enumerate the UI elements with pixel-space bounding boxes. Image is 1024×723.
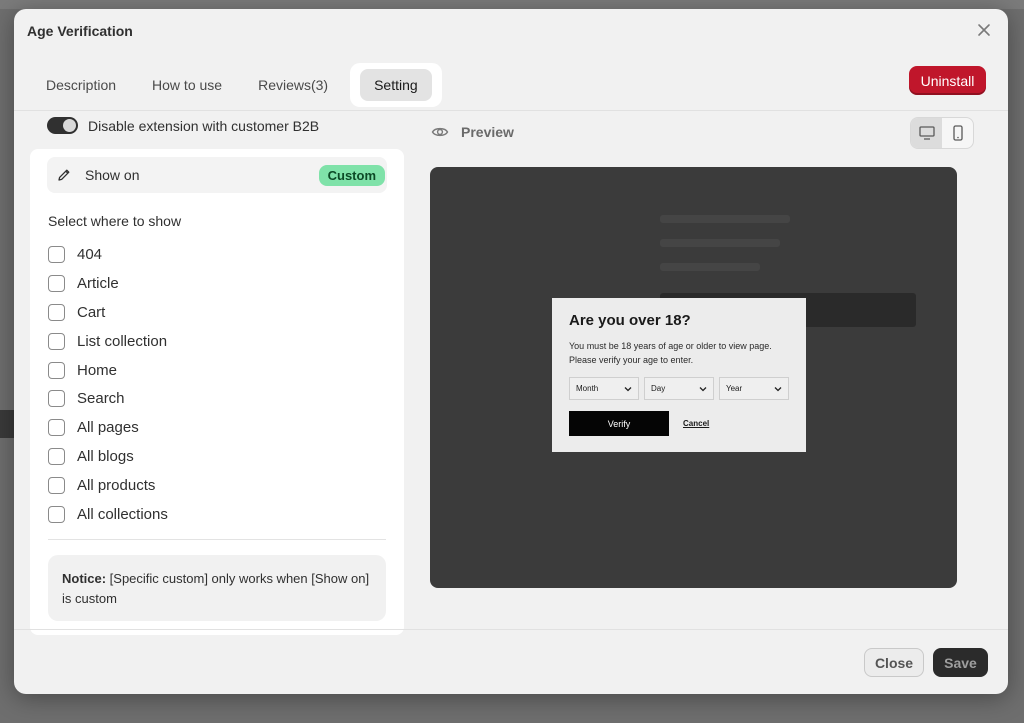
checkbox-label: 404 [77,245,103,263]
preview-label: Preview [461,124,514,140]
tab-description[interactable]: Description [32,69,130,101]
background-element [0,410,14,438]
checkbox-box[interactable] [48,505,65,523]
tab-setting-highlight: Setting [350,63,442,107]
checkbox-home[interactable]: Home [48,356,168,385]
header-divider [14,110,1008,111]
tab-setting[interactable]: Setting [360,69,432,101]
footer-actions: Close Save [864,648,988,677]
checkbox-box[interactable] [48,245,65,263]
day-select-value: Day [651,384,666,393]
b2b-toggle[interactable] [47,117,78,134]
eye-icon [431,127,449,137]
checkbox-search[interactable]: Search [48,384,168,413]
device-toggle [910,117,974,149]
popup-actions: Verify Cancel [569,411,789,436]
uninstall-button[interactable]: Uninstall [909,66,986,95]
b2b-toggle-label: Disable extension with customer B2B [88,117,320,134]
year-select[interactable]: Year [719,377,789,400]
checkbox-all-blogs[interactable]: All blogs [48,442,168,471]
chevron-down-icon [699,386,707,391]
checkbox-label: All blogs [77,448,134,466]
checkbox-label: List collection [77,332,168,350]
checkbox-box[interactable] [48,303,65,321]
close-button[interactable]: Close [864,648,924,677]
checkbox-box[interactable] [48,448,65,466]
checkbox-label: Search [77,390,125,408]
show-on-status-badge: Custom [318,164,385,186]
blurred-text [660,215,790,223]
preview-canvas: Are you over 18? You must be 18 years of… [430,167,957,588]
checkbox-box[interactable] [48,390,65,408]
footer-divider [14,629,1008,630]
checkbox-box[interactable] [48,332,65,350]
checkbox-all-products[interactable]: All products [48,471,168,500]
page-checkbox-list: 404 Article Cart List collection Home Se… [48,240,168,529]
show-on-settings-card: Show on Custom Select where to show 404 … [30,149,404,635]
blurred-text [660,239,780,247]
popup-message: You must be 18 years of age or older to … [569,341,772,365]
day-select[interactable]: Day [644,377,714,400]
checkbox-all-collections[interactable]: All collections [48,500,168,529]
checkbox-label: All collections [77,505,168,523]
card-divider [48,539,386,540]
notice-box: Notice: [Specific custom] only works whe… [48,555,386,621]
month-select-value: Month [576,384,599,393]
date-selects: Month Day Year [569,377,789,400]
age-popup: Are you over 18? You must be 18 years of… [552,298,806,452]
desktop-icon[interactable] [911,118,942,148]
popup-title: Are you over 18? [569,312,691,329]
checkbox-box[interactable] [48,274,65,292]
checkbox-label: Article [77,274,119,292]
checkbox-article[interactable]: Article [48,269,168,298]
notice-label: Notice: [62,571,107,586]
notice-text: [Specific custom] only works when [Show … [62,571,370,606]
cancel-link[interactable]: Cancel [683,419,709,428]
preview-header: Preview [431,123,514,141]
select-where-heading: Select where to show [48,213,182,229]
blurred-text [660,263,760,271]
show-on-row[interactable]: Show on Custom [47,157,387,193]
pencil-icon[interactable] [49,157,79,193]
checkbox-box[interactable] [48,419,65,437]
close-icon[interactable] [976,22,992,38]
checkbox-404[interactable]: 404 [48,240,168,269]
checkbox-box[interactable] [48,361,65,379]
background-topbar [0,0,1024,9]
checkbox-all-pages[interactable]: All pages [48,413,168,442]
tab-how-to-use[interactable]: How to use [138,69,236,101]
show-on-label: Show on [85,167,140,183]
verify-button[interactable]: Verify [569,411,669,436]
checkbox-cart[interactable]: Cart [48,298,168,327]
checkbox-label: Home [77,361,118,379]
tab-reviews[interactable]: Reviews(3) [244,69,342,101]
month-select[interactable]: Month [569,377,639,400]
checkbox-list-collection[interactable]: List collection [48,327,168,356]
modal-title: Age Verification [27,23,133,39]
tab-bar: Description How to use Reviews(3) Settin… [32,63,442,107]
save-button[interactable]: Save [933,648,988,677]
age-verification-modal: Age Verification Description How to use … [14,9,1008,694]
chevron-down-icon [774,386,782,391]
checkbox-label: All products [77,477,156,495]
mobile-icon[interactable] [942,118,973,148]
checkbox-box[interactable] [48,477,65,495]
b2b-toggle-row: Disable extension with customer B2B [47,117,319,134]
year-select-value: Year [726,384,743,393]
chevron-down-icon [624,386,632,391]
checkbox-label: Cart [77,303,106,321]
checkbox-label: All pages [77,419,139,437]
